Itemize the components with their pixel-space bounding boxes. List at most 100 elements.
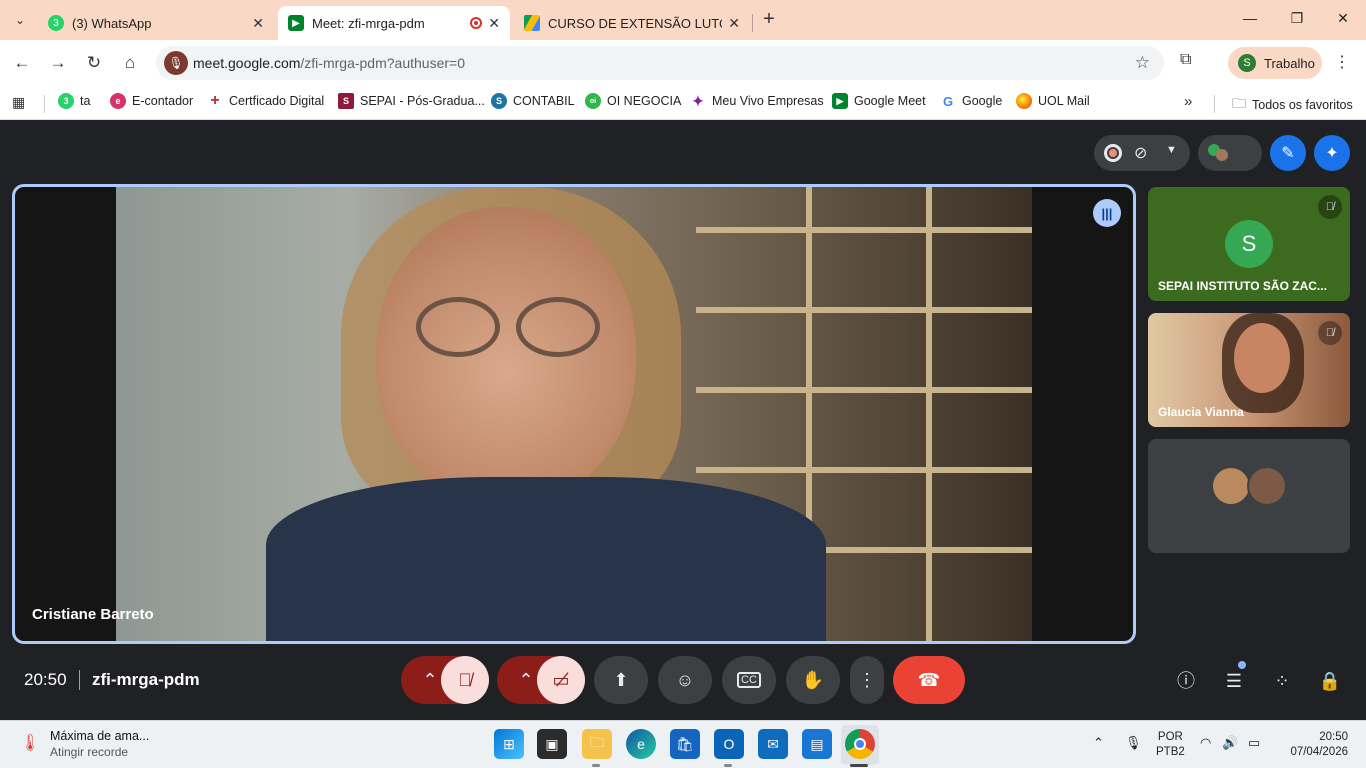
recording-icon bbox=[1104, 144, 1122, 162]
pen-edit-button[interactable]: ✎ bbox=[1270, 135, 1306, 171]
bookmark-google[interactable]: G Google bbox=[940, 93, 1002, 109]
chat-icon[interactable]: ☰ bbox=[1221, 668, 1247, 694]
store-button[interactable]: 🛍 bbox=[670, 729, 700, 759]
start-button[interactable]: ⊞ bbox=[494, 729, 524, 759]
wifi-icon[interactable]: ◠ bbox=[1200, 735, 1211, 751]
bookmark-google-meet[interactable]: ▶ Google Meet bbox=[832, 93, 926, 109]
all-bookmarks-folder[interactable]: 🗀 Todos os favoritos bbox=[1232, 93, 1353, 117]
end-call-icon: ☎ bbox=[917, 669, 941, 690]
language-indicator[interactable]: POR PTB2 bbox=[1156, 730, 1185, 760]
tab-meet[interactable]: ▶ Meet: zfi-mrga-pdm ✕ bbox=[278, 6, 510, 40]
extensions-icon[interactable]: ⧉ bbox=[1180, 51, 1191, 69]
close-window-button[interactable]: ✕ bbox=[1333, 10, 1353, 27]
url-text[interactable]: meet.google.com/zfi-mrga-pdm?authuser=0 bbox=[193, 55, 465, 71]
main-speaker-tile[interactable]: ||| Cristiane Barreto bbox=[12, 184, 1136, 644]
leave-call-button[interactable]: ☎ bbox=[893, 656, 965, 704]
more-bookmarks-icon[interactable]: » bbox=[1184, 93, 1192, 110]
recording-controls[interactable]: ⊘ ▼ bbox=[1094, 135, 1190, 171]
home-button[interactable]: ⌂ bbox=[118, 51, 142, 75]
chrome-button[interactable] bbox=[845, 729, 875, 759]
weather-widget[interactable]: 🌡 Máxima de ama... Atingir recorde bbox=[20, 729, 149, 759]
other-participants-tile[interactable] bbox=[1148, 439, 1350, 553]
divider bbox=[1214, 95, 1215, 113]
participant-avatar bbox=[1247, 466, 1287, 506]
file-explorer-button[interactable]: 🗀 bbox=[582, 729, 612, 759]
chevron-up-icon[interactable]: ⌃ bbox=[1093, 735, 1104, 751]
tab-divider bbox=[752, 14, 753, 32]
tab-drive[interactable]: CURSO DE EXTENSÃO LUTO E M ✕ bbox=[514, 6, 750, 40]
close-tab-icon[interactable]: ✕ bbox=[728, 15, 740, 32]
bookmark-label: UOL Mail bbox=[1038, 94, 1090, 108]
system-clock[interactable]: 20:50 07/04/2026 bbox=[1280, 730, 1348, 760]
camera-off-icon: ▭̸ bbox=[552, 669, 570, 690]
bookshelf bbox=[696, 307, 1032, 313]
captions-button[interactable]: CC bbox=[722, 656, 776, 704]
participant-face bbox=[1234, 323, 1290, 393]
gemini-button[interactable]: ✦ bbox=[1314, 135, 1350, 171]
outlook-button[interactable]: O bbox=[714, 729, 744, 759]
forward-button[interactable]: → bbox=[46, 51, 70, 75]
windows-icon: ⊞ bbox=[503, 735, 515, 752]
google-meet-icon: ▶ bbox=[832, 93, 848, 109]
activities-grid-icon[interactable]: ⁘ bbox=[1269, 668, 1295, 694]
bookmark-meu-vivo[interactable]: ✦ Meu Vivo Empresas bbox=[690, 93, 824, 109]
tab-search-button[interactable]: ⌄ bbox=[8, 8, 32, 32]
bookmark-oi-negocia[interactable]: oi OI NEGOCIA bbox=[585, 93, 681, 109]
mic-toggle-button[interactable]: 🎙̸ bbox=[441, 656, 489, 704]
bookmark-uol-mail[interactable]: UOL Mail bbox=[1016, 93, 1090, 109]
more-options-button[interactable]: ⋮ bbox=[850, 656, 884, 704]
reload-button[interactable]: ↻ bbox=[82, 51, 106, 75]
new-tab-button[interactable]: + bbox=[758, 8, 780, 31]
pen-icon: ✎ bbox=[1281, 145, 1295, 162]
camera-toggle-button[interactable]: ▭̸ bbox=[537, 656, 585, 704]
emoji-button[interactable]: ☺ bbox=[658, 656, 712, 704]
bookmark-ta[interactable]: 3 ta bbox=[58, 93, 90, 109]
address-bar[interactable]: 🎙 meet.google.com/zfi-mrga-pdm?authuser=… bbox=[156, 46, 1164, 80]
microphone-icon[interactable]: 🎙 bbox=[1125, 735, 1142, 751]
google-meet-icon: ▶ bbox=[288, 15, 304, 31]
meeting-info-icon[interactable]: ⓘ bbox=[1173, 668, 1199, 694]
outlook-new-button[interactable]: ✉ bbox=[758, 729, 788, 759]
whatsapp-icon: 3 bbox=[58, 93, 74, 109]
sepai-icon: S bbox=[338, 93, 354, 109]
bookmark-e-contador[interactable]: e E-contador bbox=[110, 93, 193, 109]
thermometer-icon: 🌡 bbox=[20, 735, 41, 752]
participant-tile[interactable]: 🎙̸ Glaucia Vianna bbox=[1148, 313, 1350, 427]
microphone-in-use-icon[interactable]: 🎙 bbox=[164, 51, 188, 75]
bookmark-label: Google Meet bbox=[854, 94, 926, 108]
store-icon: 🛍 bbox=[676, 735, 694, 752]
avatar: S bbox=[1238, 54, 1256, 72]
profile-button[interactable]: S Trabalho bbox=[1228, 47, 1322, 79]
battery-icon[interactable]: ▭ bbox=[1248, 735, 1260, 751]
participants-pill[interactable] bbox=[1198, 135, 1262, 171]
back-button[interactable]: ← bbox=[10, 51, 34, 75]
volume-icon[interactable]: 🔊 bbox=[1222, 735, 1238, 751]
browser-toolbar: ← → ↻ ⌂ 🎙 meet.google.com/zfi-mrga-pdm?a… bbox=[0, 40, 1366, 86]
edge-button[interactable]: e bbox=[626, 729, 656, 759]
recording-indicator-icon bbox=[470, 17, 483, 29]
app-button[interactable]: ▤ bbox=[802, 729, 832, 759]
raise-hand-button[interactable]: ✋ bbox=[786, 656, 840, 704]
minimize-button[interactable]: — bbox=[1240, 10, 1260, 26]
bookmark-certificado[interactable]: + Certficado Digital bbox=[207, 92, 324, 109]
bookmark-star-icon[interactable]: ☆ bbox=[1135, 53, 1150, 73]
bookmark-contabil[interactable]: S CONTABIL bbox=[491, 93, 575, 109]
close-tab-icon[interactable]: ✕ bbox=[488, 15, 500, 32]
restore-button[interactable]: ❐ bbox=[1287, 10, 1307, 27]
speaking-indicator-icon: ||| bbox=[1093, 199, 1121, 227]
task-view-button[interactable]: ▣ bbox=[537, 729, 567, 759]
bookmark-sepai[interactable]: S SEPAI - Pós-Gradua... bbox=[338, 93, 485, 109]
host-controls-icon[interactable]: 🔒 bbox=[1317, 668, 1343, 694]
bookshelf bbox=[696, 387, 1032, 393]
apps-grid-icon[interactable]: ▦ bbox=[12, 94, 25, 111]
participant-tile[interactable]: 🎙̸ S SEPAI INSTITUTO SÃO ZAC... bbox=[1148, 187, 1350, 301]
meeting-code: zfi-mrga-pdm bbox=[92, 670, 200, 689]
present-screen-button[interactable]: ⬆ bbox=[594, 656, 648, 704]
chrome-menu-icon[interactable]: ⋮ bbox=[1334, 52, 1350, 72]
edge-icon: e bbox=[637, 736, 645, 752]
divider bbox=[44, 95, 45, 113]
bookmark-label: ta bbox=[80, 94, 91, 108]
close-tab-icon[interactable]: ✕ bbox=[252, 15, 264, 32]
notification-dot bbox=[1238, 661, 1246, 669]
tab-whatsapp[interactable]: 3 (3) WhatsApp ✕ bbox=[38, 6, 274, 40]
